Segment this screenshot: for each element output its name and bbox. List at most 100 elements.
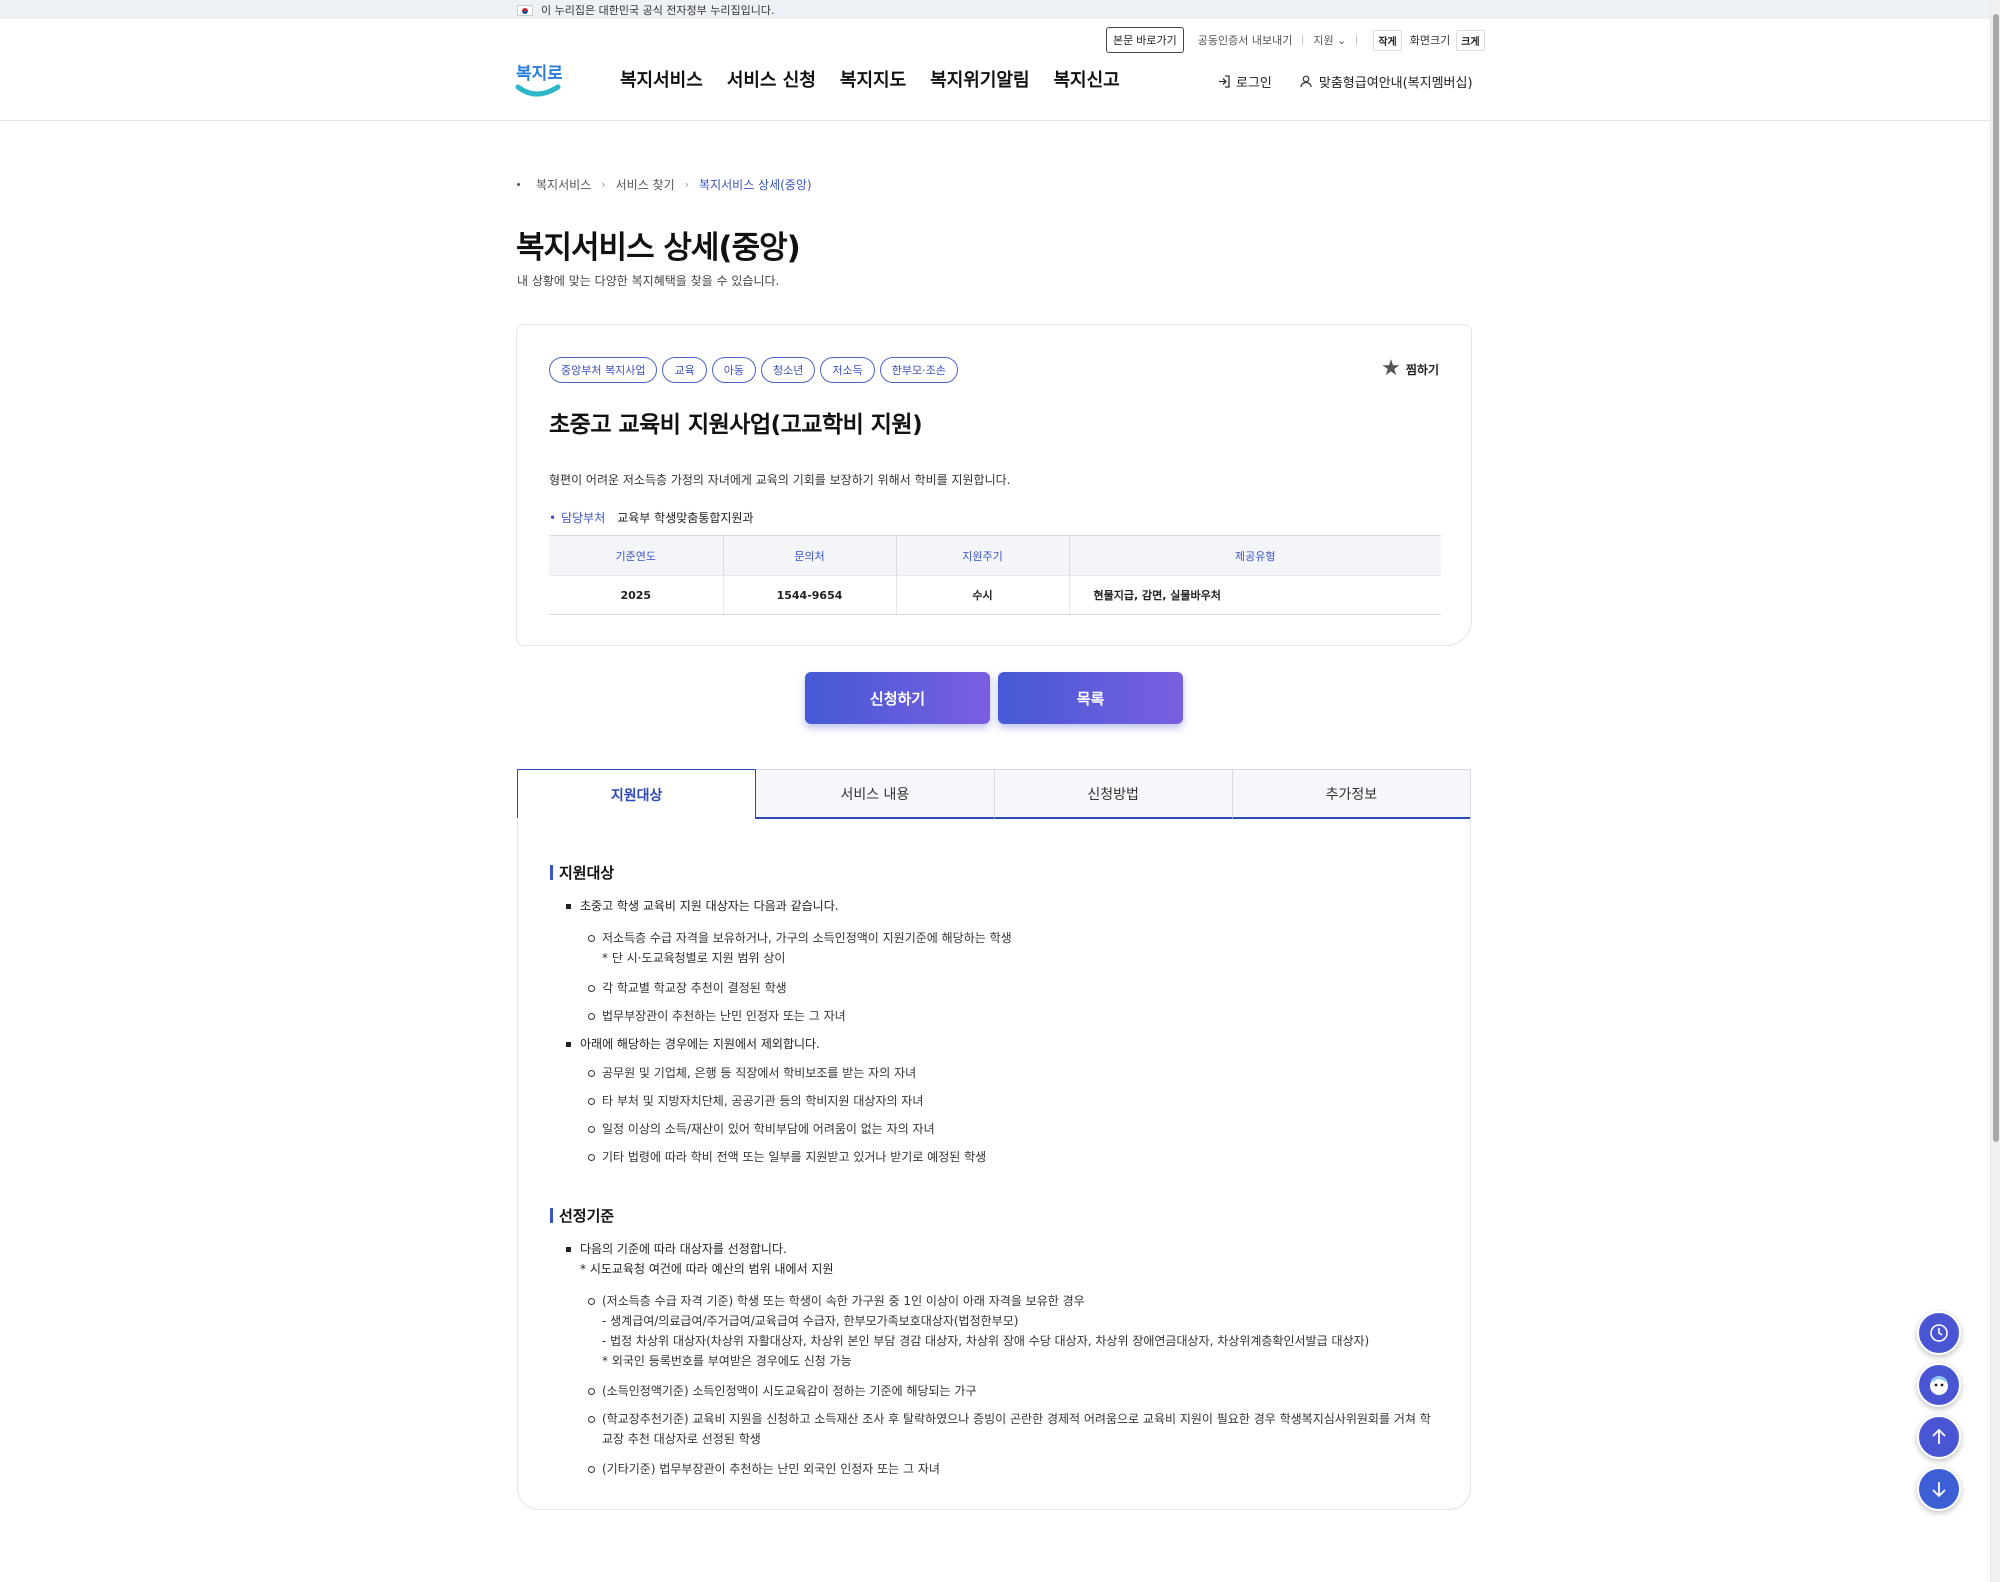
breadcrumb-item-current: 복지서비스 상세(중앙): [699, 178, 812, 192]
gnb-welfare-map[interactable]: 복지지도: [840, 66, 906, 92]
list-item-text: 교장 추천 대상자로 선정된 학생: [602, 1432, 761, 1446]
global-nav: 복지서비스 서비스 신청 복지지도 복지위기알림 복지신고: [620, 66, 1120, 92]
font-size-label: 화면크기: [1409, 34, 1451, 47]
list-item: 다음의 기준에 따라 대상자를 선정합니다. * 시도교육청 여건에 따라 예산…: [566, 1239, 834, 1279]
table-header: 제공유형: [1069, 535, 1441, 576]
list-item: 타 부처 및 지방자치단체, 공공기관 등의 학비지원 대상자의 자녀: [587, 1091, 923, 1111]
login-link[interactable]: 로그인: [1218, 72, 1272, 91]
gov-banner: 이 누리집은 대한민국 공식 전자정부 누리집입니다.: [0, 0, 1990, 19]
table-cell-contact: 1544-9654: [723, 575, 897, 615]
login-icon: [1219, 75, 1230, 88]
list-item: (저소득층 수급 자격 기준) 학생 또는 학생이 속한 가구원 중 1인 이상…: [587, 1291, 1370, 1371]
department-info: 담당부처 교육부 학생맞춤통합지원과: [549, 509, 754, 526]
login-label: 로그인: [1236, 76, 1272, 91]
membership-label: 맞춤형급여안내(복지멤버십): [1318, 76, 1473, 91]
gnb-welfare-report[interactable]: 복지신고: [1054, 66, 1120, 92]
table-header: 기준연도: [549, 535, 724, 576]
department-label: 담당부처: [549, 509, 605, 526]
table-header-row: 기준연도 문의처 지원주기 제공유형: [549, 535, 1441, 576]
language-label: 지원: [1313, 34, 1334, 47]
star-icon: ★: [1381, 356, 1401, 381]
skip-to-content-button[interactable]: 본문 바로가기: [1106, 27, 1184, 53]
table-header: 문의처: [723, 535, 897, 576]
language-select[interactable]: 지원 ⌄: [1313, 32, 1346, 48]
breadcrumb-item-welfare[interactable]: 복지서비스: [536, 176, 591, 193]
cert-export-link[interactable]: 공동인증서 내보내기: [1198, 32, 1293, 48]
gnb-crisis-alert[interactable]: 복지위기알림: [930, 66, 1029, 92]
divider: [1302, 35, 1304, 45]
site-header: 본문 바로가기 공동인증서 내보내기 지원 ⌄ 작게 화면크기 크게 복지로 복…: [0, 19, 1990, 121]
tag[interactable]: 청소년: [760, 357, 816, 383]
list-item-text: 다음의 기준에 따라 대상자를 선정합니다.: [580, 1242, 787, 1256]
floating-buttons: [1917, 1311, 1961, 1511]
tab-content-panel: 지원대상 초중고 학생 교육비 지원 대상자는 다음과 같습니다. 저소득층 수…: [517, 818, 1471, 1510]
table-row: 2025 1544-9654 수시 현물지급, 감면, 실물바우처: [549, 575, 1441, 615]
tag[interactable]: 저소득: [820, 357, 875, 383]
section-title-criteria: 선정기준: [550, 1205, 614, 1226]
service-info-table: 기준연도 문의처 지원주기 제공유형 2025 1544-9654 수시 현물지…: [549, 535, 1441, 615]
list-item: 초중고 학생 교육비 지원 대상자는 다음과 같습니다.: [566, 896, 839, 916]
font-small-button[interactable]: 작게: [1373, 29, 1402, 51]
list-item: (기타기준) 법무부장관이 추천하는 난민 외국인 인정자 또는 그 자녀: [588, 1459, 940, 1479]
list-item-text: (학교장추천기준) 교육비 지원을 신청하고 소득재산 조사 후 탈락하였으나 …: [602, 1412, 1431, 1426]
tab-additional-info[interactable]: 추가정보: [1232, 769, 1471, 819]
tag[interactable]: 한부모·조손: [879, 357, 958, 383]
table-cell-cycle: 수시: [896, 575, 1070, 615]
scroll-top-button[interactable]: [1917, 1415, 1961, 1459]
service-description: 형편이 어려운 저소득층 가정의 자녀에게 교육의 기회를 보장하기 위해서 학…: [549, 473, 1011, 487]
bokjiro-logo[interactable]: 복지로: [514, 57, 563, 99]
list-item: 일정 이상의 소득/재산이 있어 학비부담에 어려움이 없는 자의 자녀: [588, 1119, 935, 1139]
page-title: 복지서비스 상세(중앙): [516, 230, 801, 266]
divider: [1356, 35, 1358, 45]
list-item-text: - 생계급여/의료급여/주거급여/교육급여 수급자, 한부모가족보호대상자(법정…: [602, 1314, 1019, 1328]
tag[interactable]: 아동: [711, 357, 756, 383]
tab-how-to-apply[interactable]: 신청방법: [994, 769, 1233, 819]
list-button[interactable]: 목록: [998, 672, 1183, 724]
breadcrumb: 복지서비스 › 서비스 찾기 › 복지서비스 상세(중앙): [517, 176, 812, 193]
tab-eligibility[interactable]: 지원대상: [517, 769, 757, 819]
font-large-button[interactable]: 크게: [1456, 29, 1485, 51]
tab-service-content[interactable]: 서비스 내용: [756, 769, 995, 819]
tag[interactable]: 교육: [662, 357, 707, 383]
action-buttons: 신청하기 목록: [805, 672, 1183, 724]
table-cell-year: 2025: [549, 575, 724, 615]
list-item-note: * 외국인 등록번호를 부여받은 경우에도 신청 가능: [602, 1354, 852, 1368]
apply-button[interactable]: 신청하기: [805, 672, 990, 724]
favorite-button[interactable]: ★ 찜하기: [1381, 358, 1439, 380]
recent-history-button[interactable]: [1917, 1311, 1961, 1355]
chevron-right-icon: ›: [601, 178, 606, 191]
tag[interactable]: 중앙부처 복지사업: [549, 357, 658, 383]
chevron-down-icon: ⌄: [1337, 34, 1347, 47]
service-info-card: 중앙부처 복지사업 교육 아동 청소년 저소득 한부모·조손 ★ 찜하기 초중고…: [516, 324, 1472, 646]
list-item: 아래에 해당하는 경우에는 지원에서 제외합니다.: [566, 1034, 820, 1054]
list-item: 기타 법령에 따라 학비 전액 또는 일부를 지원받고 있거나 받기로 예정된 …: [587, 1147, 986, 1167]
scroll-bottom-button[interactable]: [1917, 1467, 1961, 1511]
gov-banner-text: 이 누리집은 대한민국 공식 전자정부 누리집입니다.: [541, 4, 775, 17]
page-description: 내 상황에 맞는 다양한 복지혜택을 찾을 수 있습니다.: [517, 274, 780, 288]
chatbot-icon: [1930, 1376, 1948, 1395]
gnb-service-apply[interactable]: 서비스 신청: [727, 66, 816, 92]
page-scrollbar[interactable]: [1990, 0, 2000, 1582]
list-item: (소득인정액기준) 소득인정액이 시도교육감이 정하는 기준에 해당되는 가구: [588, 1381, 977, 1401]
list-item: (학교장추천기준) 교육비 지원을 신청하고 소득재산 조사 후 탈락하였으나 …: [588, 1409, 1431, 1449]
list-item: 저소득층 수급 자격을 보유하거나, 가구의 소득인정액이 지원기준에 해당하는…: [588, 928, 1012, 968]
section-title-eligibility: 지원대상: [550, 862, 614, 883]
table-header: 지원주기: [896, 535, 1070, 576]
list-item: 공무원 및 기업체, 은행 등 직장에서 학비보조를 받는 자의 자녀: [587, 1063, 916, 1083]
list-item-text: - 법정 차상위 대상자(차상위 자활대상자, 차상위 본인 부담 경감 대상자…: [602, 1334, 1370, 1348]
arrow-down-icon: [1932, 1482, 1946, 1498]
service-title: 초중고 교육비 지원사업(고교학비 지원): [549, 412, 923, 438]
arrow-up-icon: [1932, 1428, 1946, 1444]
department-value: 교육부 학생맞춤통합지원과: [617, 511, 754, 525]
content-tabs: 지원대상 서비스 내용 신청방법 추가정보: [517, 769, 1471, 819]
breadcrumb-item-search[interactable]: 서비스 찾기: [616, 176, 675, 193]
user-icon: [1300, 75, 1312, 88]
list-item: 법무부장관이 추천하는 난민 인정자 또는 그 자녀: [588, 1006, 846, 1026]
chevron-right-icon: ›: [684, 178, 690, 191]
list-item-note: * 단 시·도교육청별로 지원 범위 상이: [602, 951, 786, 965]
gnb-welfare-service[interactable]: 복지서비스: [620, 66, 703, 92]
chatbot-button[interactable]: [1917, 1363, 1961, 1407]
breadcrumb-bullet: [517, 183, 520, 186]
scrollbar-thumb[interactable]: [1993, 14, 1999, 1142]
membership-link[interactable]: 맞춤형급여안내(복지멤버십): [1300, 72, 1473, 91]
